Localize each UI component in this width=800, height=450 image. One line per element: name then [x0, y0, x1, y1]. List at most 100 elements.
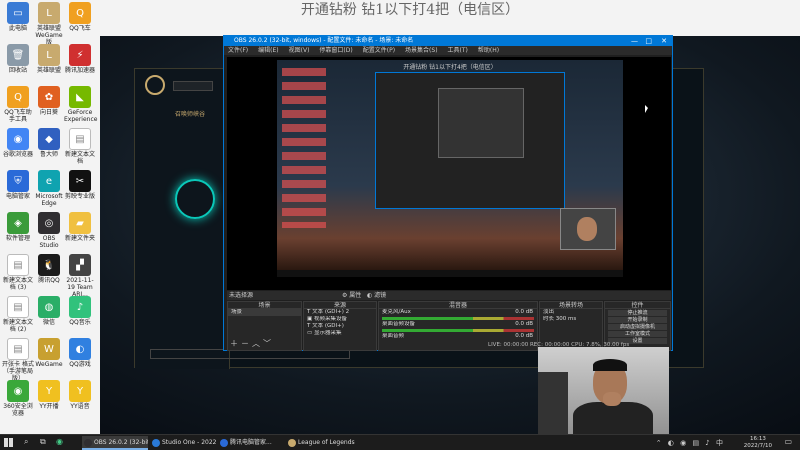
- desktop-icon[interactable]: ▤ 开张卡 格式（手游笔局版）: [2, 338, 34, 382]
- league-play-button[interactable]: [173, 81, 213, 91]
- obs-menu-item[interactable]: 配置文件(P): [363, 47, 395, 54]
- taskbar-item-pc-manager[interactable]: 腾讯电脑管家...: [218, 436, 284, 450]
- obs-preview[interactable]: 开通钻粉 钻1以下打4把（电信区）: [227, 57, 671, 290]
- desktop-app-icon: ◆: [38, 128, 60, 150]
- desktop-icon[interactable]: ◣ GeForce Experience: [64, 86, 98, 123]
- desktop-icon[interactable]: Q QQ飞车助手工具: [2, 86, 34, 123]
- desktop-icon-label: 鲁大师: [39, 151, 58, 158]
- taskbar-item-league[interactable]: League of Legends: [286, 436, 356, 450]
- scene-item[interactable]: 场景: [228, 309, 301, 316]
- properties-button[interactable]: ⚙ 属性: [342, 291, 361, 300]
- obs-titlebar[interactable]: OBS 26.0.2 (32-bit, windows) - 配置文件: 未命名…: [224, 36, 672, 46]
- desktop-app-icon: ▰: [69, 212, 91, 234]
- desktop-icon[interactable]: Y YY语音: [64, 380, 96, 410]
- desktop-icon[interactable]: ◍ 微信: [33, 296, 65, 326]
- obs-menu-item[interactable]: 工具(T): [448, 47, 468, 54]
- obs-menu-item[interactable]: 停靠窗口(D): [319, 47, 352, 54]
- desktop-icon[interactable]: ▰ 新建文件夹: [64, 212, 96, 242]
- desktop-icon[interactable]: ◆ 鲁大师: [33, 128, 65, 158]
- desktop-icon[interactable]: ▞ 2021-11-19 Team ARI...: [64, 254, 96, 298]
- obs-menubar: 文件(F) 编辑(E) 视图(V) 停靠窗口(D) 配置文件(P) 场景集合(S) 工具(T…: [224, 46, 672, 55]
- desktop-icon[interactable]: ⚡ 腾讯加速器: [64, 44, 96, 74]
- desktop-icon[interactable]: ▤ 新建文本文档 (3): [2, 254, 34, 291]
- source-toolbar: 未选择源 ⚙ 属性 ◐ 滤镜: [227, 291, 671, 300]
- search-icon[interactable]: ⌕: [24, 437, 28, 447]
- desktop-icon[interactable]: W WeGame: [33, 338, 65, 368]
- desktop-icon[interactable]: 🗑 回收站: [2, 44, 34, 74]
- system-tray[interactable]: ⌃ ◐ ◉ ▤ ♪ 中: [656, 438, 725, 448]
- preview-banner: 开通钻粉 钻1以下打4把（电信区）: [403, 64, 497, 71]
- notification-icon[interactable]: ▭: [784, 437, 792, 446]
- league-tab-rift[interactable]: 召唤师峡谷: [175, 109, 225, 121]
- desktop-app-icon: ⚡: [69, 44, 91, 66]
- webcam-overlay: [538, 347, 669, 445]
- desktop-icon[interactable]: ◉ 谷歌浏览器: [2, 128, 34, 158]
- desktop-icon[interactable]: ◉ 360安全浏览器: [2, 380, 34, 417]
- start-icon[interactable]: [4, 438, 13, 447]
- mixer-header: 混音器: [379, 302, 537, 309]
- source-item[interactable]: ▭ 显示器采集: [304, 330, 376, 337]
- no-source-label: 未选择源: [229, 292, 254, 299]
- obs-menu-item[interactable]: 帮助(H): [478, 47, 499, 54]
- gaming-chair: [538, 372, 568, 442]
- desktop-icon-label: 360安全浏览器: [3, 403, 33, 417]
- preview-face: [577, 217, 597, 241]
- transition-duration[interactable]: 时长 300 ms: [540, 316, 602, 323]
- clock[interactable]: 16:13 2022/7/10: [744, 436, 772, 450]
- desktop-icon[interactable]: ✿ 向日葵: [33, 86, 65, 116]
- virtual-camera-button[interactable]: 启动虚拟摄像机: [608, 324, 667, 330]
- desktop-icon[interactable]: L 英雄联盟: [33, 44, 65, 74]
- preview-taskbar: [277, 270, 623, 277]
- desktop-app-icon: ◐: [69, 338, 91, 360]
- clock-date: 2022/7/10: [743, 443, 772, 449]
- maximize-icon[interactable]: □: [645, 36, 652, 46]
- desktop-icon-label: GeForce Experience: [64, 109, 98, 123]
- transition-type-select[interactable]: 淡出: [540, 309, 602, 316]
- scenes-footer-buttons[interactable]: ＋－︿﹀: [230, 338, 274, 349]
- desktop-icon-label: OBS Studio: [39, 235, 59, 249]
- transitions-header: 场景转场: [540, 302, 602, 309]
- desktop-icon[interactable]: ▭ 此电脑: [2, 2, 34, 32]
- source-item[interactable]: T 文本 (GDI+): [304, 323, 376, 330]
- desktop-app-icon: ▤: [7, 254, 29, 276]
- desktop-app-icon: Q: [7, 86, 29, 108]
- taskbar-item-obs[interactable]: OBS 26.0.2 (32-bit...: [82, 436, 148, 450]
- desktop-icon[interactable]: ✂ 剪映专业版: [64, 170, 96, 200]
- desktop-icon[interactable]: ◈ 软件管理: [2, 212, 34, 242]
- filters-button[interactable]: ◐ 滤镜: [367, 291, 386, 300]
- desktop-icon[interactable]: Y YY开播: [33, 380, 65, 410]
- desktop-app-icon: ✿: [38, 86, 60, 108]
- task-view-icon[interactable]: ⧉: [40, 437, 46, 447]
- obs-menu-item[interactable]: 编辑(E): [258, 47, 278, 54]
- desktop-icon[interactable]: e Microsoft Edge: [33, 170, 65, 207]
- desktop-icon-label: QQ音乐: [69, 319, 91, 326]
- obs-menu-item[interactable]: 文件(F): [228, 47, 248, 54]
- source-item[interactable]: ▣ 视频采集设备: [304, 316, 376, 323]
- desktop-icon[interactable]: ▤ 新建文本文档 (2): [2, 296, 34, 333]
- source-item[interactable]: T 文本 (GDI+) 2: [304, 309, 376, 316]
- mixer-meter[interactable]: [382, 317, 534, 320]
- obs-window[interactable]: OBS 26.0.2 (32-bit, windows) - 配置文件: 未命名…: [223, 35, 673, 351]
- obs-menu-item[interactable]: 场景集合(S): [405, 47, 438, 54]
- desktop-icon[interactable]: ▤ 新建文本文档: [64, 128, 96, 165]
- desktop-icon[interactable]: ⛨ 电脑管家: [2, 170, 34, 200]
- stop-stream-button[interactable]: 停止推流: [608, 310, 667, 316]
- studio-mode-button[interactable]: 工作室模式: [608, 331, 667, 337]
- desktop-icon[interactable]: Q QQ飞车: [64, 2, 96, 32]
- desktop-icon[interactable]: ◎ OBS Studio: [33, 212, 65, 249]
- obs-menu-item[interactable]: 视图(V): [289, 47, 310, 54]
- start-recording-button[interactable]: 开始录制: [608, 317, 667, 323]
- minimize-icon[interactable]: —: [631, 36, 638, 46]
- close-icon[interactable]: ✕: [661, 36, 667, 46]
- taskbar-item-studio-one[interactable]: Studio One - 2022...: [150, 436, 216, 450]
- mixer-meter[interactable]: [382, 329, 534, 332]
- desktop-icon[interactable]: 🐧 腾讯QQ: [33, 254, 65, 284]
- desktop-icon[interactable]: ◐ QQ游戏: [64, 338, 96, 368]
- pinned-app-icon[interactable]: ◉: [56, 437, 63, 446]
- desktop-icon[interactable]: ♪ QQ音乐: [64, 296, 96, 326]
- desktop-icon[interactable]: L 英雄联盟 WeGame版: [33, 2, 65, 46]
- mixer-channel: 桌面音频 0.0 dB: [382, 333, 533, 339]
- league-logo-icon: [145, 75, 165, 95]
- league-sidebar: 召唤师峡谷: [135, 69, 230, 369]
- desktop-icon-label: YY语音: [70, 403, 90, 410]
